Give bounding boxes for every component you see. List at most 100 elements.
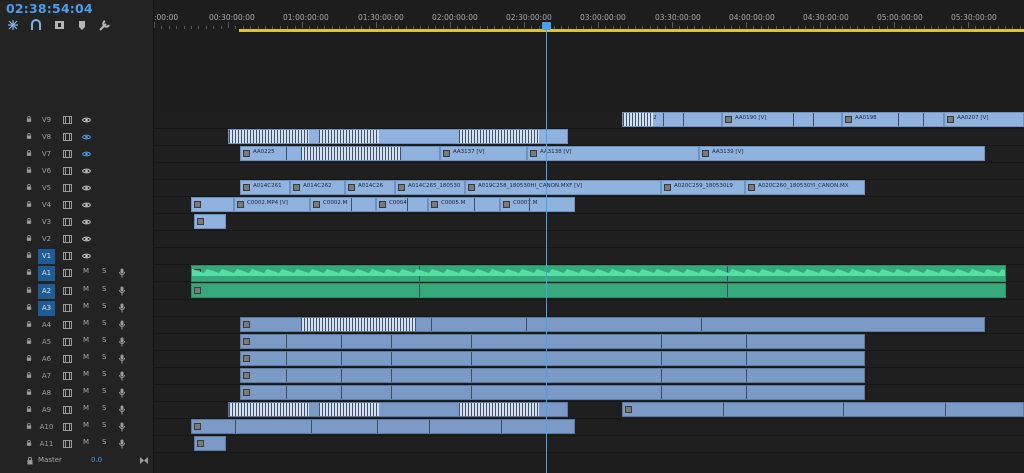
lock-icon[interactable] (26, 287, 32, 293)
lock-icon[interactable] (26, 423, 32, 429)
video-clip[interactable]: AA0198 (842, 112, 944, 127)
lock-icon[interactable] (26, 321, 32, 327)
mute-button[interactable]: M (83, 285, 89, 293)
video-clip[interactable]: A014C265_180530 (395, 180, 465, 195)
track-name-v4[interactable]: V4 (38, 198, 55, 213)
audio-track-lane[interactable] (154, 436, 1024, 453)
track-name-v7[interactable]: V7 (38, 147, 55, 162)
lock-icon[interactable] (26, 201, 32, 207)
track-name-v1[interactable]: V1 (38, 249, 55, 264)
video-clip[interactable] (191, 197, 234, 212)
timeline-tracks[interactable]: V9 V8 V7 V6 V5 V4 V3 V2 V1 A1 M S A2 M S A3 M S A4 M S A5 M S A6… (0, 0, 1024, 473)
sync-lock-icon[interactable] (63, 133, 72, 141)
audio-clip[interactable] (240, 334, 865, 349)
microphone-icon[interactable] (119, 405, 125, 415)
track-name-a10[interactable]: A10 (38, 420, 55, 435)
video-clip[interactable]: AA0190 [V] (722, 112, 842, 127)
lock-icon[interactable] (26, 116, 32, 122)
microphone-icon[interactable] (119, 354, 125, 364)
track-name-v2[interactable]: V2 (38, 232, 55, 247)
video-clip[interactable]: A020C259_180530L9 (661, 180, 745, 195)
solo-button[interactable]: S (102, 336, 106, 344)
mute-button[interactable]: M (83, 438, 89, 446)
solo-button[interactable]: S (102, 319, 106, 327)
eye-icon[interactable] (82, 151, 91, 157)
audio-clip[interactable] (191, 419, 575, 434)
sync-lock-icon[interactable] (63, 269, 72, 277)
audio-clip[interactable] (622, 402, 1024, 417)
track-name-v6[interactable]: V6 (38, 164, 55, 179)
eye-icon[interactable] (82, 202, 91, 208)
eye-icon[interactable] (82, 117, 91, 123)
track-name-a4[interactable]: A4 (38, 318, 55, 333)
video-track-lane[interactable] (154, 214, 1024, 231)
video-track-lane[interactable] (154, 248, 1024, 265)
sync-lock-icon[interactable] (63, 218, 72, 226)
video-clip[interactable] (228, 129, 568, 144)
sync-lock-icon[interactable] (63, 252, 72, 260)
video-clip[interactable]: AA0182 (622, 112, 722, 127)
lock-icon[interactable] (27, 457, 33, 465)
track-name-a6[interactable]: A6 (38, 352, 55, 367)
playhead-handle[interactable] (542, 22, 551, 30)
eye-icon[interactable] (82, 185, 91, 191)
mute-button[interactable]: M (83, 370, 89, 378)
video-clip[interactable]: AA0207 [V] (944, 112, 1024, 127)
solo-button[interactable]: S (102, 438, 106, 446)
track-name-a1[interactable]: A1 (38, 266, 55, 281)
mute-button[interactable]: M (83, 336, 89, 344)
microphone-icon[interactable] (119, 371, 125, 381)
track-name-v3[interactable]: V3 (38, 215, 55, 230)
music-clip[interactable] (191, 283, 1006, 298)
lock-icon[interactable] (26, 389, 32, 395)
solo-button[interactable]: S (102, 353, 106, 361)
sync-lock-icon[interactable] (63, 150, 72, 158)
lock-icon[interactable] (26, 269, 32, 275)
sync-lock-icon[interactable] (63, 184, 72, 192)
microphone-icon[interactable] (119, 268, 125, 278)
lock-icon[interactable] (26, 355, 32, 361)
sync-lock-icon[interactable] (63, 440, 72, 448)
video-clip[interactable]: A019C258_180530HI_CANON.MXF [V] (465, 180, 661, 195)
mute-button[interactable]: M (83, 421, 89, 429)
video-clip[interactable]: C0005.M (428, 197, 500, 212)
collapse-icon[interactable] (140, 457, 148, 464)
solo-button[interactable]: S (102, 421, 106, 429)
track-name-a7[interactable]: A7 (38, 369, 55, 384)
lock-icon[interactable] (26, 252, 32, 258)
sync-lock-icon[interactable] (63, 235, 72, 243)
audio-clip[interactable] (240, 351, 865, 366)
sync-lock-icon[interactable] (63, 287, 72, 295)
track-name-a8[interactable]: A8 (38, 386, 55, 401)
solo-button[interactable]: S (102, 370, 106, 378)
microphone-icon[interactable] (119, 337, 125, 347)
sync-lock-icon[interactable] (63, 423, 72, 431)
sync-lock-icon[interactable] (63, 201, 72, 209)
video-clip[interactable]: AA3139 [V] (699, 146, 985, 161)
microphone-icon[interactable] (119, 303, 125, 313)
mute-button[interactable]: M (83, 387, 89, 395)
eye-icon[interactable] (82, 219, 91, 225)
mute-button[interactable]: M (83, 404, 89, 412)
lock-icon[interactable] (26, 184, 32, 190)
audio-clip[interactable] (240, 317, 985, 332)
track-name-v9[interactable]: V9 (38, 113, 55, 128)
sync-lock-icon[interactable] (63, 304, 72, 312)
audio-clip[interactable] (194, 436, 226, 451)
video-clip[interactable]: C0004 (376, 197, 428, 212)
sync-lock-icon[interactable] (63, 406, 72, 414)
lock-icon[interactable] (26, 304, 32, 310)
solo-button[interactable]: S (102, 267, 106, 275)
music-clip[interactable] (191, 265, 1006, 282)
lock-icon[interactable] (26, 235, 32, 241)
lock-icon[interactable] (26, 338, 32, 344)
lock-icon[interactable] (26, 150, 32, 156)
master-volume-value[interactable]: 0.0 (91, 456, 102, 464)
eye-icon[interactable] (82, 236, 91, 242)
video-clip[interactable]: AA3138 [V] (527, 146, 699, 161)
sync-lock-icon[interactable] (63, 338, 72, 346)
sync-lock-icon[interactable] (63, 389, 72, 397)
video-clip[interactable]: A014C261 (240, 180, 290, 195)
audio-clip[interactable] (240, 385, 865, 400)
lock-icon[interactable] (26, 440, 32, 446)
